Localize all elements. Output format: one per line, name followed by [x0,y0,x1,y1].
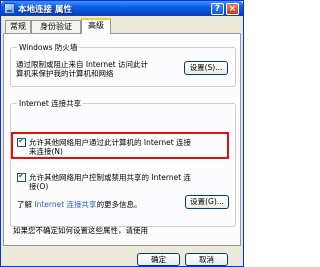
tab-general[interactable]: 常规 [5,20,31,33]
ics-group-title: Internet 连接共享 [17,98,84,109]
tab-authentication[interactable]: 身份验证 [31,20,81,33]
properties-dialog: 本地连接 属性 ? × 常规 身份验证 高级 Windows 防火墙 通过限制或… [0,0,244,267]
allow-connect-label-line2: 来连接(N) [29,147,63,156]
allow-control-label-line2: 接(O) [29,182,49,191]
allow-connect-label-line1: 允许其他网络用户通过此计算机的 Internet 连接 [29,138,192,147]
allow-control-row[interactable]: ✔ 允许其他网络用户控制或禁用共享的 Internet 连 接(O) [17,171,227,193]
cancel-button[interactable]: 取消 [185,253,228,266]
help-hint-text: 如果您不确定如何设置这些属性，请使用 [13,226,148,235]
allow-connect-checkbox[interactable]: ✔ [17,136,26,147]
help-button[interactable]: ? [211,3,224,15]
check-mark-icon: ✔ [18,136,25,145]
tab-strip: 常规 身份验证 高级 [1,16,243,34]
learn-more-text: 了解 Internet 连接共享的更多信息。 [17,199,142,210]
network-connection-icon [4,3,15,14]
firewall-settings-button[interactable]: 设置(S)... [184,61,228,75]
tab-advanced[interactable]: 高级 [81,18,111,34]
allow-connect-row[interactable]: ✔ 允许其他网络用户通过此计算机的 Internet 连接 来连接(N) [17,136,227,158]
check-mark-icon: ✔ [18,171,25,180]
firewall-description-line2: 算机来保护我的计算机和网络 [16,69,114,78]
allow-control-label-line1: 允许其他网络用户控制或禁用共享的 Internet 连 [29,173,192,182]
allow-control-checkbox[interactable]: ✔ [17,171,26,182]
close-button[interactable]: × [226,3,239,15]
firewall-group-title: Windows 防火墙 [17,42,80,53]
window-title: 本地连接 属性 [18,5,72,15]
learn-prefix: 了解 [17,200,32,209]
firewall-description-line1: 通过限制或阻止来自 Internet 访问此计 [16,60,149,69]
learn-suffix: 的更多信息。 [96,200,142,209]
ics-settings-button[interactable]: 设置(G)... [185,195,229,209]
ok-button[interactable]: 确定 [137,253,180,266]
title-bar[interactable]: 本地连接 属性 ? × [1,1,243,16]
ics-help-link[interactable]: Internet 连接共享 [34,200,96,209]
